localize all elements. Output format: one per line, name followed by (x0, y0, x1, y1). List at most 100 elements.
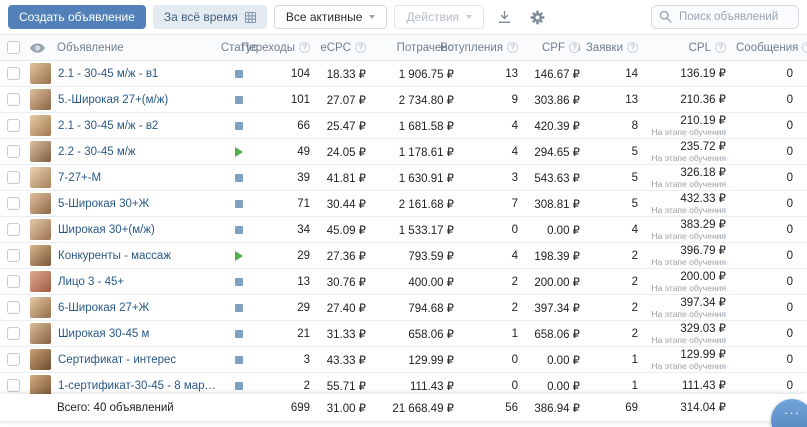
clicks-value: 3 (258, 354, 316, 366)
ad-name-link[interactable]: Сертификат - интерес (58, 354, 176, 366)
status-icon (235, 174, 243, 182)
ecpc-value: 31.33 ₽ (316, 327, 372, 341)
messages-value: 0 (736, 302, 807, 314)
ecpc-value: 41.81 ₽ (316, 171, 372, 185)
table-row: Широкая 30-45 м 21 31.33 ₽ 658.06 ₽ 1 65… (0, 321, 807, 347)
table-row: 5.-Широкая 27+(м/ж) 101 27.07 ₽ 2 734.80… (0, 87, 807, 113)
leads-value: 2 (586, 328, 644, 340)
row-checkbox[interactable] (7, 119, 20, 132)
row-checkbox[interactable] (7, 223, 20, 236)
row-checkbox[interactable] (7, 171, 20, 184)
status-icon (235, 330, 243, 338)
messages-value: 0 (736, 328, 807, 340)
ad-name-link[interactable]: Лицо 3 - 45+ (58, 276, 124, 288)
column-header-ecpc[interactable]: eCPC (316, 42, 372, 54)
period-label: За всё время (164, 10, 238, 24)
clicks-value: 39 (258, 172, 316, 184)
row-checkbox[interactable] (7, 93, 20, 106)
row-checkbox[interactable] (7, 67, 20, 80)
ad-name-link[interactable]: 2.2 - 30-45 м/ж (58, 146, 136, 158)
clicks-value: 29 (258, 250, 316, 262)
spent-value: 1 533.17 ₽ (372, 223, 460, 237)
cpl-value: 383.29 ₽ (680, 219, 726, 231)
calendar-grid-icon (245, 12, 256, 23)
messages-value: 0 (736, 94, 807, 106)
search-input[interactable] (651, 5, 799, 29)
export-button[interactable] (491, 5, 517, 29)
ad-name-link[interactable]: Широкая 30+(м/ж) (58, 224, 155, 236)
ecpc-value: 30.44 ₽ (316, 197, 372, 211)
ecpc-value: 55.71 ₽ (316, 379, 372, 393)
row-checkbox[interactable] (7, 249, 20, 262)
table-row: Лицо 3 - 45+ 13 30.76 ₽ 400.00 ₽ 2 200.0… (0, 269, 807, 295)
table-row: Широкая 30+(м/ж) 34 45.09 ₽ 1 533.17 ₽ 0… (0, 217, 807, 243)
visibility-column-header[interactable] (26, 43, 48, 53)
row-checkbox[interactable] (7, 301, 20, 314)
period-filter-button[interactable]: За всё время (153, 5, 267, 29)
ads-manager-page: Создать объявление За всё время Все акти… (0, 0, 807, 427)
table-row: 7-27+-М 39 41.81 ₽ 1 630.91 ₽ 3 543.63 ₽… (0, 165, 807, 191)
ad-name-link[interactable]: 2.1 - 30-45 м/ж - в2 (58, 120, 158, 132)
clicks-value: 104 (258, 68, 316, 80)
total-spent: 21 668.49 ₽ (372, 401, 460, 415)
column-header-name[interactable]: Объявление (48, 42, 220, 54)
ad-thumbnail (30, 141, 51, 162)
row-checkbox[interactable] (7, 145, 20, 158)
joins-header-label: Вступления (440, 42, 503, 54)
ad-name-link[interactable]: Конкуренты - массаж (58, 250, 171, 262)
column-header-clicks[interactable]: Переходы (258, 42, 316, 54)
spent-value: 2 734.80 ₽ (372, 93, 460, 107)
total-joins: 56 (460, 402, 524, 414)
ad-name-link[interactable]: 5.-Широкая 27+(м/ж) (58, 94, 168, 106)
status-icon (235, 147, 243, 157)
leads-value: 5 (586, 198, 644, 210)
settings-button[interactable] (524, 5, 550, 29)
joins-value: 3 (460, 172, 524, 184)
cpl-training-note: На этапе обучения (652, 154, 726, 163)
ad-name-link[interactable]: 1-сертификат-30-45 - 8 марта м+ж (58, 380, 220, 392)
joins-value: 4 (460, 146, 524, 158)
status-filter-dropdown[interactable]: Все активные (274, 5, 388, 29)
row-checkbox[interactable] (7, 379, 20, 392)
download-icon (498, 10, 511, 24)
ad-thumbnail (30, 271, 51, 292)
table-row: 6-Широкая 27+Ж 29 27.40 ₽ 794.68 ₽ 2 397… (0, 295, 807, 321)
row-checkbox[interactable] (7, 327, 20, 340)
ad-name-link[interactable]: 2.1 - 30-45 м/ж - в1 (58, 68, 158, 80)
cpl-value: 210.19 ₽ (680, 115, 726, 127)
leads-value: 2 (586, 250, 644, 262)
row-checkbox[interactable] (7, 197, 20, 210)
cpf-value: 543.63 ₽ (524, 171, 586, 185)
leads-value: 1 (586, 380, 644, 392)
clicks-value: 2 (258, 380, 316, 392)
ad-name-link[interactable]: 7-27+-М (58, 172, 101, 184)
ad-thumbnail (30, 63, 51, 84)
search-icon (659, 10, 672, 23)
column-header-messages[interactable]: Сообщения (736, 42, 807, 54)
ad-thumbnail (30, 219, 51, 240)
select-all-checkbox[interactable] (7, 41, 20, 54)
cpf-value: 294.65 ₽ (524, 145, 586, 159)
joins-value: 4 (460, 250, 524, 262)
toolbar: Создать объявление За всё время Все акти… (0, 0, 807, 34)
ad-name-link[interactable]: Широкая 30-45 м (58, 328, 149, 340)
clicks-header-label: Переходы (241, 42, 295, 54)
info-icon (355, 42, 366, 53)
ad-name-link[interactable]: 5-Широкая 30+Ж (58, 198, 149, 210)
chat-dots-icon: ··· (784, 406, 800, 427)
messages-value: 0 (736, 250, 807, 262)
row-checkbox[interactable] (7, 353, 20, 366)
clicks-value: 71 (258, 198, 316, 210)
create-ad-button[interactable]: Создать объявление (8, 5, 146, 29)
leads-value: 2 (586, 302, 644, 314)
clicks-value: 49 (258, 146, 316, 158)
column-header-cpl[interactable]: CPL (644, 42, 736, 54)
column-header-leads[interactable]: ↓ Заявки (586, 42, 644, 54)
row-checkbox[interactable] (7, 275, 20, 288)
status-icon (235, 382, 243, 390)
joins-value: 0 (460, 354, 524, 366)
ad-name-link[interactable]: 6-Широкая 27+Ж (58, 302, 149, 314)
spent-value: 400.00 ₽ (372, 275, 460, 289)
cpf-value: 146.67 ₽ (524, 67, 586, 81)
column-header-joins[interactable]: Вступления (460, 42, 524, 54)
